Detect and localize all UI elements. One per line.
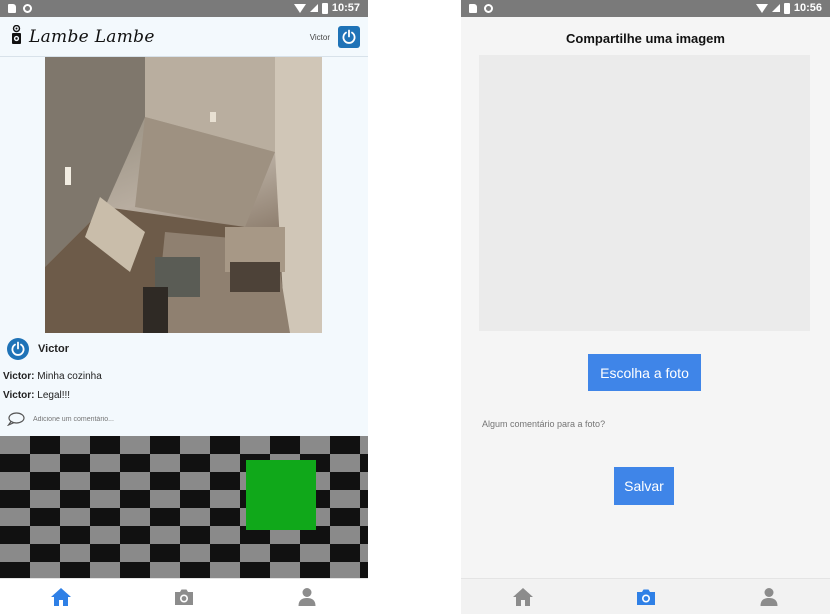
user-icon: [760, 587, 777, 606]
header-user-name: Victor: [309, 33, 330, 42]
comment-user: Victor:: [3, 390, 35, 401]
tab-camera[interactable]: [616, 580, 676, 614]
tab-home[interactable]: [31, 580, 91, 614]
comment-user: Victor:: [3, 371, 35, 382]
comment: Victor: Minha cozinha: [3, 371, 102, 382]
status-bar: 10:56: [461, 0, 830, 17]
post-author: Victor: [7, 338, 69, 360]
power-icon: [342, 29, 356, 44]
app-header: Lambe Lambe Victor: [0, 17, 368, 57]
comment: Victor: Legal!!!: [3, 390, 70, 401]
author-name: Victor: [38, 343, 69, 355]
home-icon: [51, 587, 72, 606]
status-bar: 10:57: [0, 0, 368, 17]
comment-text: Legal!!!: [37, 390, 71, 401]
home-icon: [512, 587, 533, 606]
sd-card-icon: [469, 4, 477, 13]
camera-icon: [12, 25, 21, 44]
app-brand: Lambe Lambe: [29, 27, 155, 47]
page-title: Compartilhe uma imagem: [566, 31, 725, 46]
wifi-icon: [293, 3, 306, 13]
sd-card-icon: [8, 4, 16, 13]
post-photo: [45, 57, 322, 333]
wifi-icon: [755, 3, 768, 13]
battery-icon: [783, 2, 790, 14]
user-icon: [298, 587, 316, 606]
status-time: 10:57: [331, 2, 360, 14]
tab-profile[interactable]: [739, 580, 799, 614]
notification-dot-icon: [23, 4, 32, 13]
speech-bubble-icon: [7, 412, 25, 426]
signal-icon: [309, 4, 318, 12]
choose-photo-button[interactable]: Escolha a foto: [588, 354, 701, 391]
comment-text: Minha cozinha: [37, 371, 102, 382]
status-time: 10:56: [793, 2, 822, 14]
notification-dot-icon: [484, 4, 493, 13]
bottom-tab-bar: [0, 578, 368, 614]
post-photo: [0, 436, 368, 578]
camera-icon: [636, 589, 655, 605]
signal-icon: [771, 4, 780, 12]
add-comment: [7, 412, 233, 426]
tab-profile[interactable]: [277, 580, 337, 614]
add-comment-input[interactable]: [33, 415, 233, 423]
bottom-tab-bar: [461, 578, 830, 614]
add-photo-screen: 10:56 Compartilhe uma imagem Escolha a f…: [461, 0, 830, 614]
tab-home[interactable]: [493, 580, 553, 614]
photo-comment-input[interactable]: [482, 419, 802, 429]
image-preview: [479, 55, 810, 331]
avatar[interactable]: [7, 338, 29, 360]
feed-screen: 10:57 Lambe Lambe Victor Victor Victor: …: [0, 0, 368, 614]
logout-button[interactable]: [338, 26, 360, 48]
camera-icon: [174, 589, 193, 605]
battery-icon: [321, 2, 328, 14]
save-button[interactable]: Salvar: [614, 467, 674, 505]
power-icon: [11, 341, 25, 356]
tab-camera[interactable]: [154, 580, 214, 614]
